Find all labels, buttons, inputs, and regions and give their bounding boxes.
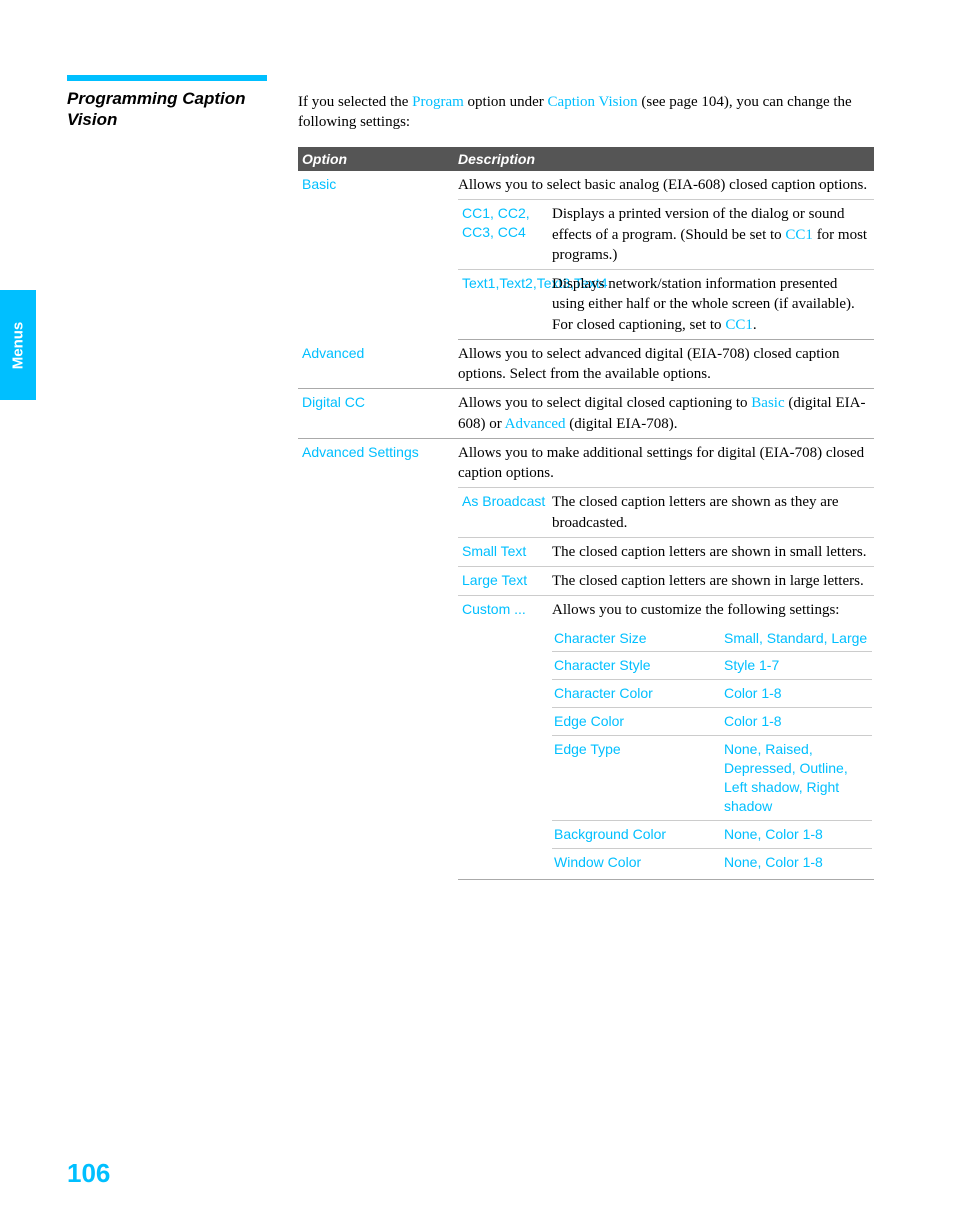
custom-row-name: Character Color — [552, 680, 722, 708]
sub-desc-cc: Displays a printed version of the dialog… — [552, 204, 872, 265]
link-program[interactable]: Program — [412, 94, 464, 110]
side-tab-label: Menus — [10, 321, 27, 369]
intro-paragraph: If you selected the Program option under… — [298, 92, 874, 133]
custom-row-value: Color 1-8 — [722, 680, 872, 708]
custom-row-name: Window Color — [552, 848, 722, 875]
sub-desc-small-text: The closed caption letters are shown in … — [552, 542, 872, 562]
link-caption-vision[interactable]: Caption Vision — [548, 94, 638, 110]
sub-label-text: Text1,Text2,Text3,Text4 — [462, 274, 552, 335]
custom-row-value: Style 1-7 — [722, 652, 872, 680]
row-small-text: Small Text The closed caption letters ar… — [458, 537, 874, 566]
custom-row-value: Small, Standard, Large — [722, 625, 872, 652]
desc-basic: Allows you to select basic analog (EIA-6… — [458, 175, 872, 195]
row-advanced-settings: Advanced Settings Allows you to make add… — [298, 439, 874, 488]
section-title: Programming Caption Vision — [67, 88, 267, 131]
row-basic-cc: CC1, CC2, CC3, CC4 Displays a printed ve… — [458, 199, 874, 269]
custom-row-name: Edge Type — [552, 736, 722, 821]
row-large-text: Large Text The closed caption letters ar… — [458, 566, 874, 595]
custom-row: Character StyleStyle 1-7 — [552, 652, 872, 680]
row-custom: Custom ... Allows you to customize the f… — [458, 595, 874, 880]
options-table: Option Description Basic Allows you to s… — [298, 147, 874, 880]
custom-row: Window ColorNone, Color 1-8 — [552, 848, 872, 875]
custom-row: Character ColorColor 1-8 — [552, 680, 872, 708]
link-advanced[interactable]: Advanced — [505, 416, 566, 432]
custom-row-value: None, Color 1-8 — [722, 848, 872, 875]
row-advanced: Advanced Allows you to select advanced d… — [298, 340, 874, 390]
sub-desc-as-broadcast: The closed caption letters are shown as … — [552, 492, 872, 533]
header-option: Option — [302, 151, 458, 167]
sub-label-large-text: Large Text — [462, 571, 552, 591]
custom-row-value: None, Raised, Depressed, Outline, Left s… — [722, 736, 872, 821]
desc-advanced-settings: Allows you to make additional settings f… — [458, 443, 872, 484]
intro-text-1: If you selected the — [298, 94, 412, 110]
link-cc1-a[interactable]: CC1 — [785, 227, 813, 243]
option-basic: Basic — [302, 175, 458, 195]
row-basic-text: Text1,Text2,Text3,Text4 Displays network… — [458, 269, 874, 340]
custom-row: Background ColorNone, Color 1-8 — [552, 820, 872, 848]
intro-text-2: option under — [464, 94, 548, 110]
table-header-row: Option Description — [298, 147, 874, 171]
desc-digital-cc: Allows you to select digital closed capt… — [458, 393, 872, 434]
custom-row-value: None, Color 1-8 — [722, 820, 872, 848]
link-cc1-b[interactable]: CC1 — [725, 317, 753, 333]
sub-label-small-text: Small Text — [462, 542, 552, 562]
sub-label-as-broadcast: As Broadcast — [462, 492, 552, 533]
custom-row: Character SizeSmall, Standard, Large — [552, 625, 872, 652]
custom-row: Edge TypeNone, Raised, Depressed, Outlin… — [552, 736, 872, 821]
sub-desc-text: Displays network/station information pre… — [552, 274, 872, 335]
row-as-broadcast: As Broadcast The closed caption letters … — [458, 487, 874, 537]
custom-row-name: Edge Color — [552, 708, 722, 736]
option-digital-cc: Digital CC — [302, 393, 458, 434]
row-basic: Basic Allows you to select basic analog … — [298, 171, 874, 199]
page-number: 106 — [67, 1158, 110, 1189]
sub-label-cc: CC1, CC2, CC3, CC4 — [462, 204, 552, 265]
custom-row: Edge ColorColor 1-8 — [552, 708, 872, 736]
link-basic[interactable]: Basic — [751, 395, 784, 411]
sub-desc-custom: Allows you to customize the following se… — [552, 600, 872, 875]
accent-bar — [67, 75, 267, 81]
header-description: Description — [458, 151, 866, 167]
option-advanced: Advanced — [302, 344, 458, 385]
sub-label-custom: Custom ... — [462, 600, 552, 875]
option-advanced-settings: Advanced Settings — [302, 443, 458, 484]
sub-desc-large-text: The closed caption letters are shown in … — [552, 571, 872, 591]
custom-row-name: Background Color — [552, 820, 722, 848]
custom-settings-table: Character SizeSmall, Standard, LargeChar… — [552, 625, 872, 876]
side-tab-menus: Menus — [0, 290, 36, 400]
row-digital-cc: Digital CC Allows you to select digital … — [298, 389, 874, 439]
custom-row-name: Character Size — [552, 625, 722, 652]
custom-row-value: Color 1-8 — [722, 708, 872, 736]
desc-advanced: Allows you to select advanced digital (E… — [458, 344, 872, 385]
custom-row-name: Character Style — [552, 652, 722, 680]
